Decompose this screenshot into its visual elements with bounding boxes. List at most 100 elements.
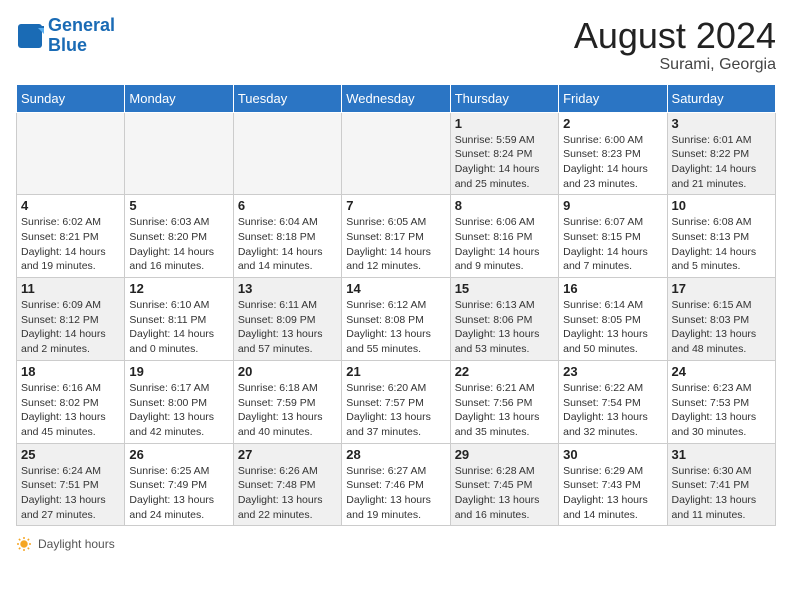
day-number: 28 <box>346 447 445 462</box>
day-number: 18 <box>21 364 120 379</box>
calendar-cell: 6 Sunrise: 6:04 AMSunset: 8:18 PMDaylight… <box>233 195 341 278</box>
logo-icon <box>16 22 44 50</box>
day-info: Sunrise: 6:26 AMSunset: 7:48 PMDaylight:… <box>238 464 337 523</box>
day-number: 19 <box>129 364 228 379</box>
day-number: 1 <box>455 116 554 131</box>
calendar-cell: 17 Sunrise: 6:15 AMSunset: 8:03 PMDayligh… <box>667 278 775 361</box>
day-number: 11 <box>21 281 120 296</box>
day-info: Sunrise: 6:10 AMSunset: 8:11 PMDaylight:… <box>129 298 228 357</box>
day-info: Sunrise: 6:04 AMSunset: 8:18 PMDaylight:… <box>238 215 337 274</box>
day-info: Sunrise: 6:24 AMSunset: 7:51 PMDaylight:… <box>21 464 120 523</box>
day-number: 4 <box>21 198 120 213</box>
calendar-cell <box>17 112 125 195</box>
calendar-cell: 27 Sunrise: 6:26 AMSunset: 7:48 PMDayligh… <box>233 443 341 526</box>
day-number: 30 <box>563 447 662 462</box>
day-info: Sunrise: 6:15 AMSunset: 8:03 PMDaylight:… <box>672 298 771 357</box>
day-info: Sunrise: 6:08 AMSunset: 8:13 PMDaylight:… <box>672 215 771 274</box>
day-number: 24 <box>672 364 771 379</box>
day-info: Sunrise: 6:02 AMSunset: 8:21 PMDaylight:… <box>21 215 120 274</box>
day-number: 3 <box>672 116 771 131</box>
day-number: 12 <box>129 281 228 296</box>
day-number: 31 <box>672 447 771 462</box>
day-info: Sunrise: 6:03 AMSunset: 8:20 PMDaylight:… <box>129 215 228 274</box>
calendar-cell: 15Sunrise: 6:13 AMSunset: 8:06 PMDayligh… <box>450 278 558 361</box>
calendar-cell: 22Sunrise: 6:21 AMSunset: 7:56 PMDayligh… <box>450 360 558 443</box>
calendar-cell: 3 Sunrise: 6:01 AMSunset: 8:22 PMDaylight… <box>667 112 775 195</box>
day-info: Sunrise: 6:28 AMSunset: 7:45 PMDaylight:… <box>455 464 554 523</box>
calendar-cell: 26 Sunrise: 6:25 AMSunset: 7:49 PMDayligh… <box>125 443 233 526</box>
day-info: Sunrise: 6:01 AMSunset: 8:22 PMDaylight:… <box>672 133 771 192</box>
day-number: 9 <box>563 198 662 213</box>
day-number: 16 <box>563 281 662 296</box>
day-number: 27 <box>238 447 337 462</box>
calendar-cell: 25 Sunrise: 6:24 AMSunset: 7:51 PMDayligh… <box>17 443 125 526</box>
day-number: 20 <box>238 364 337 379</box>
calendar-cell <box>342 112 450 195</box>
calendar-cell: 13 Sunrise: 6:11 AMSunset: 8:09 PMDayligh… <box>233 278 341 361</box>
day-number: 2 <box>563 116 662 131</box>
day-info: Sunrise: 6:00 AMSunset: 8:23 PMDaylight:… <box>563 133 662 192</box>
day-number: 17 <box>672 281 771 296</box>
calendar-cell: 23 Sunrise: 6:22 AMSunset: 7:54 PMDayligh… <box>559 360 667 443</box>
day-info: Sunrise: 6:23 AMSunset: 7:53 PMDaylight:… <box>672 381 771 440</box>
day-number: 23 <box>563 364 662 379</box>
calendar-cell <box>233 112 341 195</box>
calendar-cell: 29 Sunrise: 6:28 AMSunset: 7:45 PMDayligh… <box>450 443 558 526</box>
page-header: General Blue August 2024 Surami, Georgia <box>16 16 776 74</box>
day-number: 15 <box>455 281 554 296</box>
day-number: 25 <box>21 447 120 462</box>
dow-header: Wednesday <box>342 84 450 112</box>
day-info: Sunrise: 6:06 AMSunset: 8:16 PMDaylight:… <box>455 215 554 274</box>
calendar-cell: 31 Sunrise: 6:30 AMSunset: 7:41 PMDayligh… <box>667 443 775 526</box>
calendar-cell: 7Sunrise: 6:05 AMSunset: 8:17 PMDaylight… <box>342 195 450 278</box>
day-number: 22 <box>455 364 554 379</box>
calendar-cell: 1 Sunrise: 5:59 AMSunset: 8:24 PMDaylight… <box>450 112 558 195</box>
title-block: August 2024 Surami, Georgia <box>574 16 776 74</box>
calendar-cell: 28 Sunrise: 6:27 AMSunset: 7:46 PMDayligh… <box>342 443 450 526</box>
calendar-cell: 20 Sunrise: 6:18 AMSunset: 7:59 PMDayligh… <box>233 360 341 443</box>
day-info: Sunrise: 5:59 AMSunset: 8:24 PMDaylight:… <box>455 133 554 192</box>
day-info: Sunrise: 6:12 AMSunset: 8:08 PMDaylight:… <box>346 298 445 357</box>
day-number: 29 <box>455 447 554 462</box>
sun-icon <box>16 536 32 552</box>
calendar-cell: 9 Sunrise: 6:07 AMSunset: 8:15 PMDaylight… <box>559 195 667 278</box>
day-info: Sunrise: 6:30 AMSunset: 7:41 PMDaylight:… <box>672 464 771 523</box>
day-info: Sunrise: 6:25 AMSunset: 7:49 PMDaylight:… <box>129 464 228 523</box>
day-number: 6 <box>238 198 337 213</box>
footer: Daylight hours <box>16 536 776 552</box>
calendar-cell: 2 Sunrise: 6:00 AMSunset: 8:23 PMDaylight… <box>559 112 667 195</box>
calendar-cell: 30 Sunrise: 6:29 AMSunset: 7:43 PMDayligh… <box>559 443 667 526</box>
day-number: 21 <box>346 364 445 379</box>
daylight-label: Daylight hours <box>38 537 115 551</box>
calendar-cell: 4 Sunrise: 6:02 AMSunset: 8:21 PMDaylight… <box>17 195 125 278</box>
day-number: 7 <box>346 198 445 213</box>
dow-header: Thursday <box>450 84 558 112</box>
dow-header: Saturday <box>667 84 775 112</box>
day-info: Sunrise: 6:09 AMSunset: 8:12 PMDaylight:… <box>21 298 120 357</box>
day-number: 14 <box>346 281 445 296</box>
day-info: Sunrise: 6:20 AMSunset: 7:57 PMDaylight:… <box>346 381 445 440</box>
calendar-cell: 12 Sunrise: 6:10 AMSunset: 8:11 PMDayligh… <box>125 278 233 361</box>
calendar-cell: 21 Sunrise: 6:20 AMSunset: 7:57 PMDayligh… <box>342 360 450 443</box>
day-info: Sunrise: 6:14 AMSunset: 8:05 PMDaylight:… <box>563 298 662 357</box>
calendar-cell: 18Sunrise: 6:16 AMSunset: 8:02 PMDayligh… <box>17 360 125 443</box>
day-number: 8 <box>455 198 554 213</box>
dow-header: Sunday <box>17 84 125 112</box>
logo-text: General Blue <box>48 16 115 56</box>
day-info: Sunrise: 6:29 AMSunset: 7:43 PMDaylight:… <box>563 464 662 523</box>
calendar-cell: 11 Sunrise: 6:09 AMSunset: 8:12 PMDayligh… <box>17 278 125 361</box>
day-info: Sunrise: 6:07 AMSunset: 8:15 PMDaylight:… <box>563 215 662 274</box>
month-year: August 2024 <box>574 16 776 56</box>
calendar-cell: 19Sunrise: 6:17 AMSunset: 8:00 PMDayligh… <box>125 360 233 443</box>
day-info: Sunrise: 6:18 AMSunset: 7:59 PMDaylight:… <box>238 381 337 440</box>
day-number: 5 <box>129 198 228 213</box>
dow-header: Friday <box>559 84 667 112</box>
dow-header: Tuesday <box>233 84 341 112</box>
day-info: Sunrise: 6:27 AMSunset: 7:46 PMDaylight:… <box>346 464 445 523</box>
day-number: 26 <box>129 447 228 462</box>
calendar-cell: 5 Sunrise: 6:03 AMSunset: 8:20 PMDaylight… <box>125 195 233 278</box>
day-number: 13 <box>238 281 337 296</box>
calendar-cell: 8 Sunrise: 6:06 AMSunset: 8:16 PMDaylight… <box>450 195 558 278</box>
day-info: Sunrise: 6:11 AMSunset: 8:09 PMDaylight:… <box>238 298 337 357</box>
day-info: Sunrise: 6:22 AMSunset: 7:54 PMDaylight:… <box>563 381 662 440</box>
